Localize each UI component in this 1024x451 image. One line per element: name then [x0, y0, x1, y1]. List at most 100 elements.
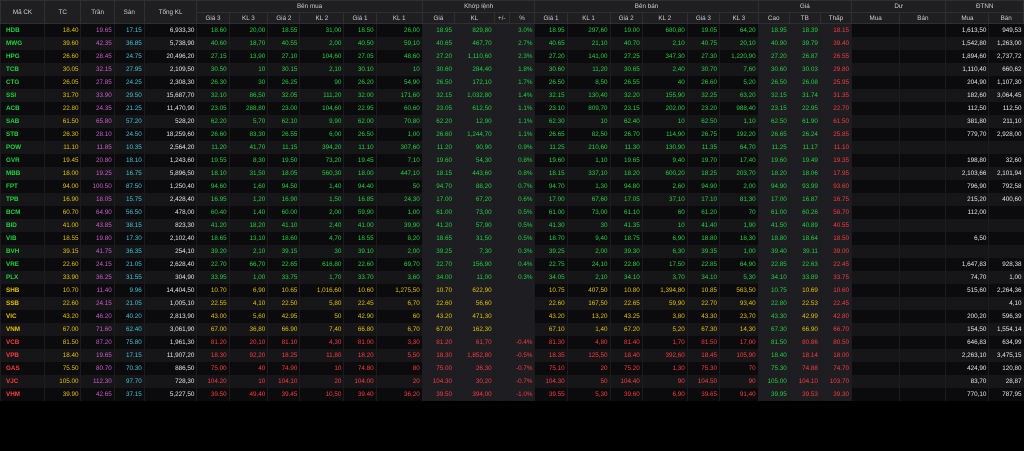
match-price-cell: 10.70: [421, 284, 455, 297]
subheader-cell[interactable]: KL 3: [228, 12, 269, 24]
subheader-cell[interactable]: KL 2: [299, 12, 345, 24]
table-row[interactable]: CTG 26.05 27.85 24.25 2,308,30 26.30 30 26.25 90…: [0, 76, 1024, 89]
ceiling-price-cell: 87.20: [80, 336, 115, 349]
ask-volume-cell: 1,00: [719, 245, 759, 258]
ceiling-price-cell: 20.80: [80, 154, 115, 167]
subheader-cell[interactable]: Giá 2: [267, 12, 301, 24]
subheader-cell[interactable]: +/-: [493, 12, 510, 24]
subheader-cell[interactable]: Giá 2: [609, 12, 643, 24]
table-row[interactable]: GVR 19.45 20.80 18.10 1,243,60 19.55 8,30 19.50…: [0, 154, 1024, 167]
subheader-cell[interactable]: Bán: [988, 12, 1024, 24]
bid-price-cell: 66.80: [343, 323, 377, 336]
bid-volume-cell: 10: [375, 63, 423, 76]
table-row[interactable]: VCB 81.50 87.20 75.80 1,961,30 81.20 20,10 81.1…: [0, 336, 1024, 349]
col-floor[interactable]: Sàn: [113, 0, 145, 24]
table-row[interactable]: BVH 39.15 41.75 36.35 254,10 39.20 2,10 39.15 30…: [0, 245, 1024, 258]
ask-price-cell: 94.70: [534, 180, 568, 193]
remaining-ask-cell: [899, 271, 946, 284]
table-row[interactable]: POW 11.10 11.85 10.35 2,564,20 11.20 41,70 11.1…: [0, 141, 1024, 154]
table-row[interactable]: SSI 31.70 33.90 29.50 15,687,70 32.10 86,50 32.…: [0, 89, 1024, 102]
bid-volume-cell: 7,10: [375, 154, 423, 167]
table-row[interactable]: FPT 94.00 100.50 87.50 1,250,40 94.60 1,60 94.5…: [0, 180, 1024, 193]
table-row[interactable]: SAB 61.50 65.80 57.20 528,20 62.20 5,70 62.10 9,…: [0, 115, 1024, 128]
remaining-ask-cell: [899, 50, 946, 63]
remaining-bid-cell: [851, 141, 900, 154]
ask-price-cell: 26.60: [686, 76, 720, 89]
col-ref[interactable]: TC: [43, 0, 82, 24]
subheader-cell[interactable]: %: [508, 12, 536, 24]
symbol-cell: STB: [0, 128, 45, 141]
bid-volume-cell: 13,10: [228, 232, 268, 245]
table-row[interactable]: GAS 75.50 80.70 70.30 886,50 75.00 40 74.90 10 74…: [0, 362, 1024, 375]
ref-price-cell: 22.60: [43, 258, 81, 271]
bid-volume-cell: 104,60: [299, 102, 344, 115]
bid-price-cell: 11.20: [196, 141, 230, 154]
table-row[interactable]: VIB 18.55 19.80 17.30 2,102,40 18.65 13,10 18.6…: [0, 232, 1024, 245]
col-total-volume[interactable]: Tổng KL: [143, 0, 198, 24]
table-row[interactable]: VJC 105.00 112.30 97.70 728,30 104.20 10 104.10…: [0, 375, 1024, 388]
col-symbol[interactable]: Mã CK: [0, 0, 45, 24]
avg-price-cell: 42.99: [788, 310, 821, 323]
table-row[interactable]: MBB 18.00 19.25 16.75 5,896,50 18.10 31,50 18.0…: [0, 167, 1024, 180]
table-row[interactable]: VRE 22.60 24.15 21.05 2,628,40 22.70 66,70 22.6…: [0, 258, 1024, 271]
subheader-cell[interactable]: KL 1: [375, 12, 423, 24]
ref-price-cell: 18.40: [43, 349, 81, 362]
subheader-cell[interactable]: Mua: [945, 12, 990, 24]
bid-volume-cell: 70,80: [375, 115, 423, 128]
table-row[interactable]: VHM 39.90 42.65 37.15 5,227,50 39.50 49,40 39.4…: [0, 388, 1024, 401]
table-row[interactable]: HDB 18.40 19.65 17.15 6,933,30 18.60 20,00 18.5…: [0, 23, 1024, 37]
table-row[interactable]: SSB 22.60 24.15 21.05 1,005,10 22.55 4,10 22.50…: [0, 297, 1024, 310]
subheader-cell[interactable]: Cao: [757, 12, 790, 24]
table-row[interactable]: ACB 22.80 24.35 21.25 11,470,90 23.05 288,80 23…: [0, 102, 1024, 115]
subheader-cell[interactable]: Giá: [421, 12, 455, 24]
low-price-cell: 33.75: [819, 271, 852, 284]
bid-volume-cell: 5,50: [375, 349, 423, 362]
bid-volume-cell: 92,20: [228, 349, 268, 362]
col-ceiling[interactable]: Trần: [80, 0, 115, 24]
high-price-cell: 39.40: [757, 245, 790, 258]
foreign-buy-cell: [945, 141, 989, 154]
table-row[interactable]: SHB 10.70 11.40 9.96 14,404,50 10.70 6,90 10.65…: [0, 284, 1024, 297]
subheader-cell[interactable]: KL 1: [566, 12, 611, 24]
ref-price-cell: 26.05: [43, 76, 81, 89]
table-row[interactable]: VPB 18.40 19.65 17.15 11,907,20 18.30 92,20 18.…: [0, 349, 1024, 362]
subheader-cell[interactable]: Giá 1: [534, 12, 568, 24]
table-row[interactable]: BCM 60.70 64.90 56.50 478,00 60.40 1,40 60.00 2,…: [0, 206, 1024, 219]
table-row[interactable]: BID 41.00 43.85 38.15 823,30 41.20 18,20 41.10 2…: [0, 219, 1024, 232]
ask-volume-cell: 14,30: [719, 323, 759, 336]
symbol-cell: BVH: [0, 245, 45, 258]
bid-volume-cell: 6,00: [299, 128, 344, 141]
bid-price-cell: 41.10: [267, 219, 300, 232]
group-bid: Bên mua: [196, 0, 423, 13]
subheader-cell[interactable]: KL 2: [641, 12, 688, 24]
table-row[interactable]: MWG 39.60 42.35 36.85 5,738,90 40.60 18,70 40.5…: [0, 37, 1024, 50]
table-row[interactable]: VNM 67.00 71.60 62.40 3,061,90 67.00 36,80 66.9…: [0, 323, 1024, 336]
table-row[interactable]: HPG 26.60 28.45 24.75 20,496,20 27.15 13,90 27.…: [0, 50, 1024, 63]
subheader-cell[interactable]: KL 3: [719, 12, 759, 24]
high-price-cell: 30.60: [757, 63, 790, 76]
bid-price-cell: 19.45: [343, 154, 377, 167]
subheader-cell[interactable]: Thấp: [819, 12, 853, 24]
bid-price-cell: 94.60: [196, 180, 230, 193]
subheader-cell[interactable]: Giá 1: [343, 12, 377, 24]
table-row[interactable]: PLX 33.90 36.25 31.55 304,90 33.95 1,00 33.75 1,…: [0, 271, 1024, 284]
subheader-cell[interactable]: TB: [788, 12, 821, 24]
subheader-cell[interactable]: Bán: [899, 12, 947, 24]
table-row[interactable]: STB 26.30 28.10 24.50 18,259,60 26.60 83,30 26.…: [0, 128, 1024, 141]
ask-volume-cell: 5,30: [566, 388, 611, 401]
subheader-cell[interactable]: Giá 3: [196, 12, 230, 24]
subheader-cell[interactable]: Giá 3: [686, 12, 721, 24]
table-row[interactable]: TCB 30.05 32.15 27.95 2,109,50 30.50 10 30.15 2,…: [0, 63, 1024, 76]
subheader-cell[interactable]: KL: [453, 12, 495, 24]
low-price-cell: 22.45: [819, 297, 852, 310]
low-price-cell: 39.00: [819, 245, 852, 258]
ref-price-cell: 81.50: [43, 336, 81, 349]
avg-price-cell: 39.79: [788, 37, 821, 50]
avg-price-cell: 39.53: [788, 388, 821, 401]
table-row[interactable]: VIC 43.20 46.20 40.20 2,813,90 43.00 5,60 42.95…: [0, 310, 1024, 323]
match-price-cell: 39.25: [421, 245, 455, 258]
subheader-cell[interactable]: Mua: [851, 12, 901, 24]
remaining-ask-cell: [899, 323, 946, 336]
bid-volume-cell: 54,90: [375, 76, 423, 89]
table-row[interactable]: TPB 16.90 18.05 15.75 2,428,40 16.95 1,20 16.90…: [0, 193, 1024, 206]
